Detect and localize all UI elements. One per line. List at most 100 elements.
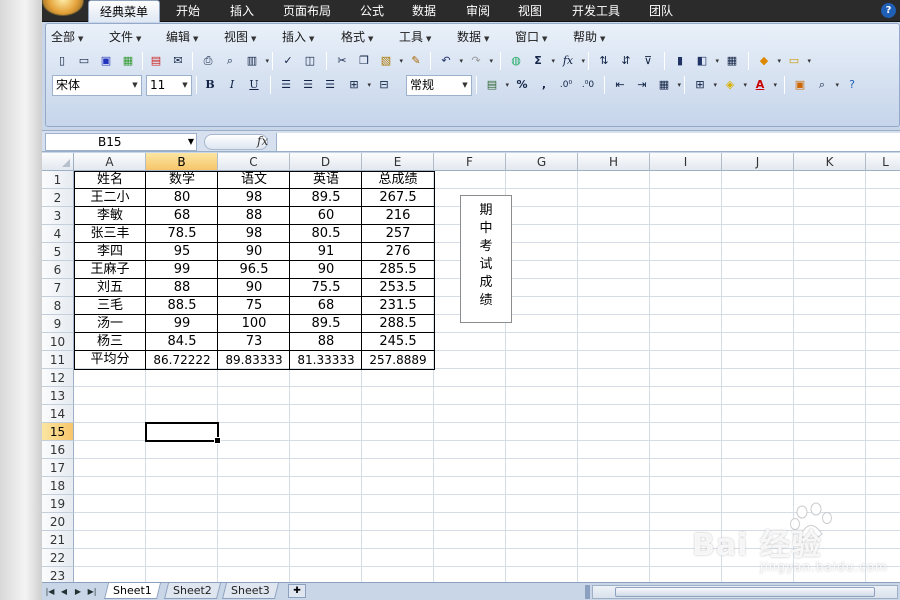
autosum-icon[interactable]: Σ [528,51,555,71]
tab-team[interactable]: 团队 [649,0,673,22]
average-cell[interactable]: 86.72222 [146,351,218,369]
increase-indent-icon[interactable]: ⇥ [632,75,652,95]
menu-format[interactable]: 格式 ▼ [341,28,373,46]
print-options-icon[interactable]: ▥ [242,51,269,71]
undo-icon[interactable]: ↶ [436,51,463,71]
borders-icon[interactable]: ⊞ [690,75,717,95]
table-cell[interactable]: 91 [290,243,362,261]
row-header-17[interactable]: 17 [42,459,74,477]
insert-function-fx-icon[interactable]: fx [257,134,268,148]
tab-home[interactable]: 开始 [176,0,200,22]
table-cell[interactable]: 李四 [74,243,146,261]
column-header-e[interactable]: E [362,153,434,171]
row-header-8[interactable]: 8 [42,297,74,315]
sheet-tab-sheet2[interactable]: Sheet2 [164,583,221,599]
bold-button[interactable]: B [200,75,220,95]
pdf-icon[interactable]: ▤ [146,51,166,71]
insert-function-icon[interactable]: fx [558,51,585,71]
sheet-tab-sheet3[interactable]: Sheet3 [222,583,279,599]
row-header-13[interactable]: 13 [42,387,74,405]
column-header-k[interactable]: K [794,153,866,171]
chevron-down-icon[interactable]: ▼ [188,134,194,150]
tab-classic-menu[interactable]: 经典菜单 [88,0,161,22]
wrap-text-icon[interactable]: ⊟ [374,75,394,95]
table-cell[interactable]: 99 [146,261,218,279]
next-sheet-icon[interactable]: ▶ [72,585,84,598]
prev-sheet-icon[interactable]: ◀ [58,585,70,598]
sort-ascending-icon[interactable]: ⇅ [594,51,614,71]
new-file-icon[interactable]: ▯ [52,51,72,71]
tab-split-handle[interactable] [585,585,590,599]
align-right-icon[interactable]: ☰ [320,75,340,95]
table-cell[interactable]: 60 [290,207,362,225]
column-header-d[interactable]: D [290,153,362,171]
table-cell[interactable]: 王麻子 [74,261,146,279]
table-cell[interactable]: 96.5 [218,261,290,279]
research-icon[interactable]: ◫ [300,51,320,71]
table-cell[interactable]: 98 [218,225,290,243]
cut-icon[interactable]: ✂ [332,51,352,71]
tab-insert[interactable]: 插入 [230,0,254,22]
menu-view[interactable]: 视图 ▼ [224,28,256,46]
table-cell[interactable]: 89.5 [290,189,362,207]
hyperlink-icon[interactable]: ◍ [506,51,526,71]
zoom-search-icon[interactable]: ⌕ [812,75,839,95]
permission-icon[interactable]: ▦ [118,51,138,71]
table-cell[interactable]: 89.5 [290,315,362,333]
row-header-7[interactable]: 7 [42,279,74,297]
copy-icon[interactable]: ❐ [354,51,374,71]
tab-data[interactable]: 数据 [412,0,436,22]
column-header-h[interactable]: H [578,153,650,171]
menu-data[interactable]: 数据 ▼ [457,28,489,46]
select-all-corner[interactable] [42,153,74,171]
header-cell-total[interactable]: 总成绩 [362,171,434,189]
styles-icon[interactable]: ▣ [790,75,810,95]
row-header-1[interactable]: 1 [42,171,74,189]
table-cell[interactable]: 267.5 [362,189,434,207]
table-cell[interactable]: 95 [146,243,218,261]
table-cell[interactable]: 78.5 [146,225,218,243]
spelling-icon[interactable]: ✓ [278,51,298,71]
table-cell[interactable]: 88 [218,207,290,225]
row-header-2[interactable]: 2 [42,189,74,207]
table-cell[interactable]: 汤一 [74,315,146,333]
drawing-icon[interactable]: ◧ [692,51,719,71]
header-cell-name[interactable]: 姓名 [74,171,146,189]
active-cell-b15[interactable] [145,422,221,444]
menu-insert[interactable]: 插入 ▼ [282,28,314,46]
row-header-5[interactable]: 5 [42,243,74,261]
italic-button[interactable]: I [222,75,242,95]
row-header-20[interactable]: 20 [42,513,74,531]
row-header-9[interactable]: 9 [42,315,74,333]
help-circle-icon[interactable]: ? [842,75,862,95]
macro-icon[interactable]: ◆ [754,51,781,71]
print-icon[interactable]: ⎙ [198,51,218,71]
average-cell[interactable]: 81.33333 [290,351,362,369]
font-name-combo[interactable]: 宋体 ▼ [52,75,142,96]
table-cell[interactable]: 75 [218,297,290,315]
average-cell[interactable]: 平均分 [74,351,146,369]
table-cell[interactable]: 75.5 [290,279,362,297]
table-cell[interactable]: 285.5 [362,261,434,279]
tab-review[interactable]: 审阅 [466,0,490,22]
fill-color-icon[interactable]: ◈ [720,75,747,95]
table-cell[interactable]: 231.5 [362,297,434,315]
redo-icon[interactable]: ↷ [466,51,493,71]
name-box[interactable]: B15 ▼ [45,133,197,151]
row-header-6[interactable]: 6 [42,261,74,279]
first-sheet-icon[interactable]: |◀ [44,585,56,598]
horizontal-scroll-thumb[interactable] [615,587,875,597]
exam-title-textbox[interactable]: 期中考试成绩 [460,195,512,323]
table-cell[interactable]: 80 [146,189,218,207]
row-header-11[interactable]: 11 [42,351,74,369]
menu-tools[interactable]: 工具 ▼ [399,28,431,46]
column-header-j[interactable]: J [722,153,794,171]
average-cell[interactable]: 89.83333 [218,351,290,369]
underline-button[interactable]: U [244,75,264,95]
column-header-a[interactable]: A [74,153,146,171]
table-cell[interactable]: 276 [362,243,434,261]
row-header-23[interactable]: 23 [42,567,74,582]
menu-help[interactable]: 帮助 ▼ [573,28,605,46]
table-cell[interactable]: 88 [290,333,362,351]
table-cell[interactable]: 216 [362,207,434,225]
